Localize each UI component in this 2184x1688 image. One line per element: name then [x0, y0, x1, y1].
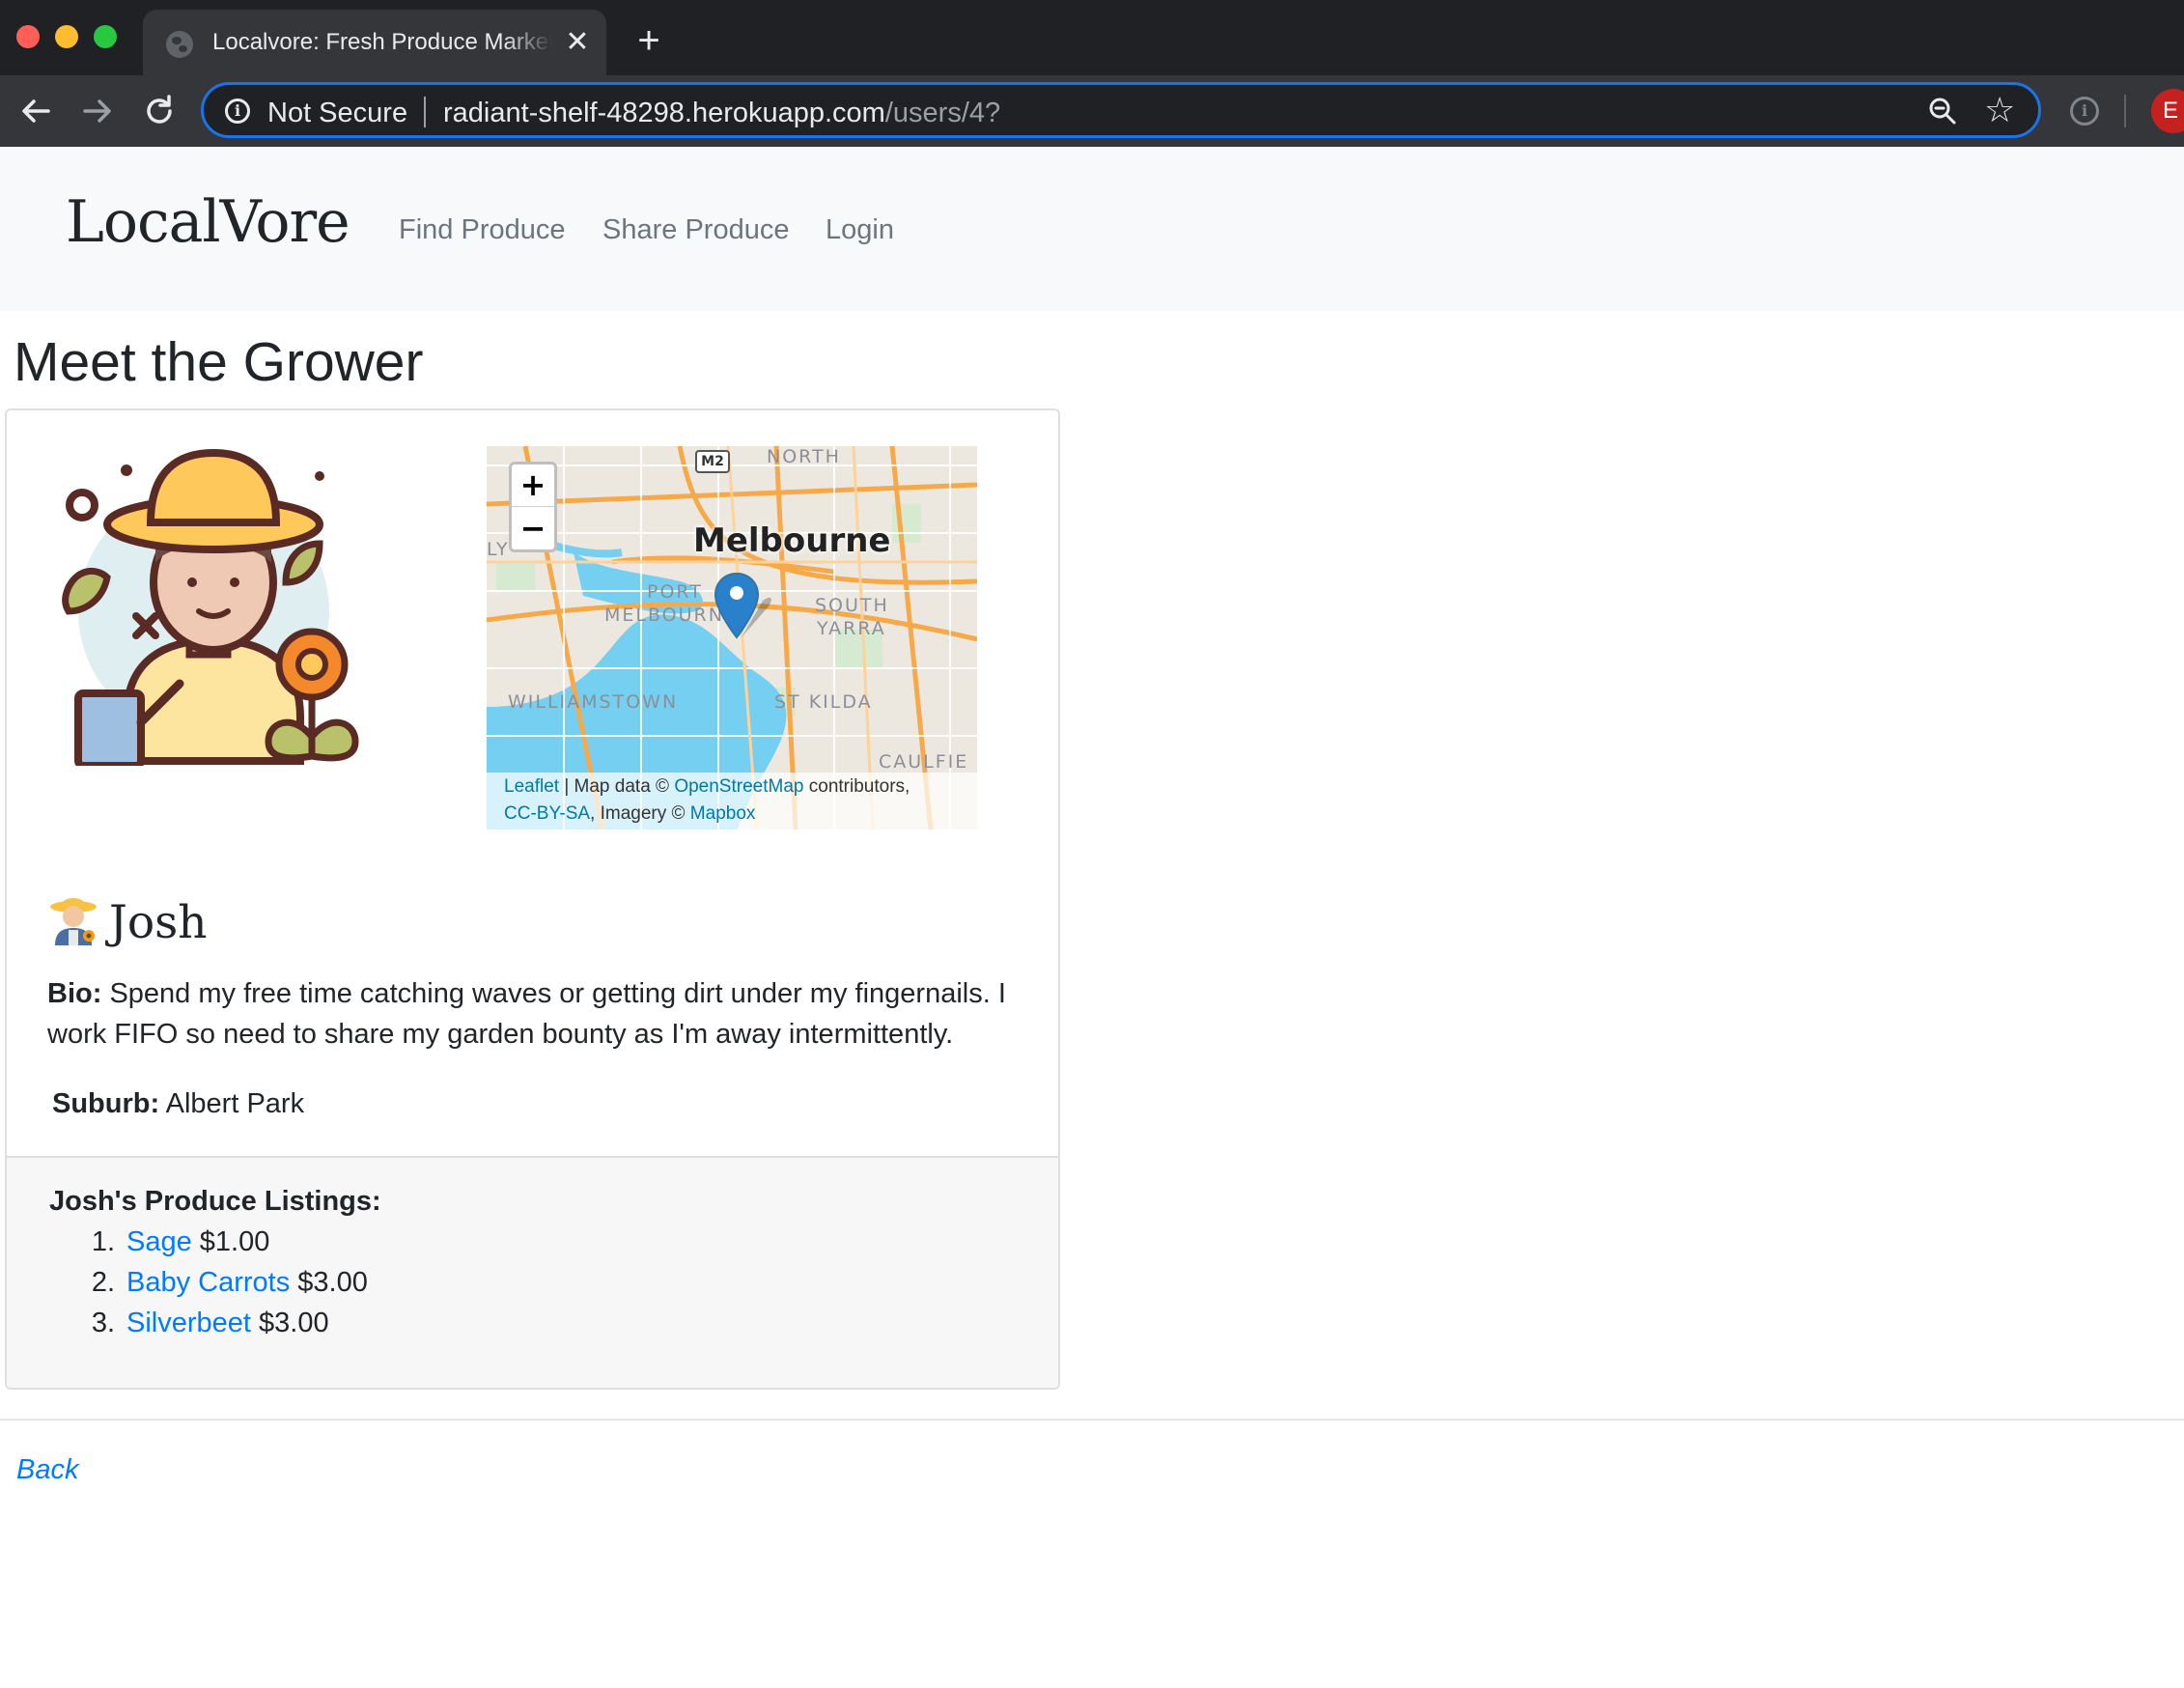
map-label-north: NORTH [767, 446, 841, 467]
listings-panel: Josh's Produce Listings: 1. Sage $1.00 2.… [7, 1156, 1058, 1388]
leaflet-link[interactable]: Leaflet [504, 776, 559, 797]
back-link[interactable]: Back [16, 1450, 78, 1489]
bio-text: Spend my free time catching waves or get… [47, 978, 1006, 1050]
farmer-icon [47, 893, 99, 945]
listing-link-sage[interactable]: Sage [126, 1226, 192, 1257]
suburb-value: Albert Park [165, 1088, 305, 1119]
extension-icon[interactable]: i [2070, 97, 2099, 126]
map-marker-icon[interactable] [714, 572, 771, 641]
address-bar[interactable]: i Not Secure radiant-shelf-48298.herokua… [201, 82, 2041, 138]
address-separator [424, 97, 426, 127]
road-badge: M2 [695, 450, 730, 473]
openstreetmap-link[interactable]: OpenStreetMap [674, 776, 803, 797]
url-path: /users/4? [884, 98, 1001, 128]
site-navbar: LocalVore Find Produce Share Produce Log… [0, 147, 2184, 311]
bio-label: Bio: [47, 978, 102, 1009]
list-number: 1. [91, 1226, 115, 1257]
browser-tab-bar: Localvore: Fresh Produce Market ✕ + [0, 0, 2184, 75]
url-host: radiant-shelf-48298.herokuapp.com [443, 98, 885, 128]
attribution-contributors: contributors, [803, 776, 910, 797]
grower-suburb: Suburb: Albert Park [52, 1083, 304, 1124]
map-label-caulfield: CAULFIE [879, 751, 969, 773]
page-divider [0, 1419, 2184, 1421]
listing-price: $1.00 [199, 1226, 270, 1257]
tab-close-button[interactable]: ✕ [562, 27, 593, 58]
new-tab-button[interactable]: + [630, 21, 668, 60]
map-attribution: Leaflet | Map data © OpenStreetMap contr… [487, 773, 977, 830]
map-city-label: Melbourne [693, 521, 891, 560]
security-label[interactable]: Not Secure [267, 97, 407, 129]
listings-heading: Josh's Produce Listings: [49, 1186, 381, 1217]
farmer-avatar-image [59, 447, 368, 770]
minimize-window-button[interactable] [55, 25, 78, 48]
info-icon[interactable]: i [225, 98, 250, 124]
zoom-icon[interactable] [1926, 95, 1959, 127]
attribution-imagery: , Imagery © [590, 803, 690, 824]
reload-icon[interactable] [139, 91, 180, 131]
map-label-williamstown: WILLIAMSTOWN [508, 691, 679, 713]
grower-name: Josh [109, 896, 208, 949]
toolbar-separator [2124, 95, 2126, 127]
location-map[interactable]: M2 NORTH PORT MELBOURN SOUTH YARRA WILLI… [487, 446, 977, 830]
listing-price: $3.00 [259, 1308, 329, 1338]
map-label-st-kilda: ST KILDA [774, 691, 873, 713]
listing-link-baby-carrots[interactable]: Baby Carrots [126, 1267, 290, 1298]
map-zoom-out-button[interactable]: − [512, 508, 554, 550]
grower-bio: Bio: Spend my free time catching waves o… [47, 973, 1058, 1055]
suburb-label: Suburb: [52, 1088, 160, 1119]
grower-name-heading: Josh [47, 893, 208, 952]
cc-by-sa-link[interactable]: CC-BY-SA [504, 803, 590, 824]
map-label-yarra: YARRA [817, 618, 886, 639]
map-label-melbourne-port: MELBOURN [604, 605, 724, 626]
listing-link-silverbeet[interactable]: Silverbeet [126, 1308, 251, 1338]
list-item: 2. Baby Carrots $3.00 [49, 1262, 368, 1303]
list-number: 3. [91, 1308, 115, 1338]
map-zoom-control: + − [509, 462, 557, 552]
back-arrow-icon[interactable] [15, 91, 56, 131]
nav-find-produce[interactable]: Find Produce [399, 212, 566, 247]
star-icon[interactable]: ☆ [1984, 89, 2015, 131]
nav-login[interactable]: Login [826, 212, 894, 247]
maximize-window-button[interactable] [94, 25, 117, 48]
url-text[interactable]: radiant-shelf-48298.herokuapp.com/users/… [443, 97, 1000, 129]
globe-icon [166, 31, 193, 58]
profile-avatar[interactable]: E [2151, 89, 2184, 133]
browser-toolbar: i Not Secure radiant-shelf-48298.herokua… [0, 75, 2184, 147]
tab-title: Localvore: Fresh Produce Market [212, 27, 552, 58]
nav-share-produce[interactable]: Share Produce [602, 212, 789, 247]
page-title: Meet the Grower [14, 331, 424, 393]
map-label-south: SOUTH [815, 595, 889, 616]
list-item: 1. Sage $1.00 [49, 1222, 270, 1262]
listing-price: $3.00 [297, 1267, 368, 1298]
map-zoom-in-button[interactable]: + [512, 464, 554, 507]
grower-card: M2 NORTH PORT MELBOURN SOUTH YARRA WILLI… [5, 408, 1060, 1390]
list-number: 2. [91, 1267, 115, 1298]
forward-arrow-icon[interactable] [77, 91, 118, 131]
browser-tab[interactable]: Localvore: Fresh Produce Market ✕ [143, 10, 606, 75]
brand-logo[interactable]: LocalVore [66, 183, 350, 261]
attribution-sep: | Map data © [559, 776, 675, 797]
map-label-port: PORT [647, 581, 703, 603]
mapbox-link[interactable]: Mapbox [690, 803, 756, 824]
list-item: 3. Silverbeet $3.00 [49, 1303, 329, 1343]
close-window-button[interactable] [16, 25, 40, 48]
map-label-edge: LY [487, 539, 510, 560]
